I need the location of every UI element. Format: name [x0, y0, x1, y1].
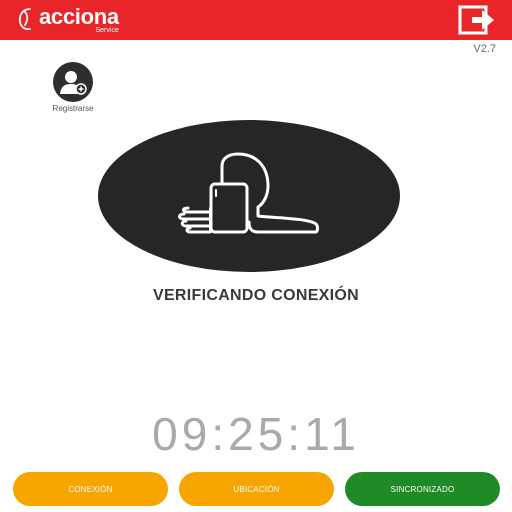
connection-status-text: VERIFICANDO CONEXIÓN	[152, 287, 359, 304]
acciona-logo: acciona Service	[16, 6, 119, 34]
logout-icon	[458, 5, 494, 35]
app-version: V2.7	[473, 43, 496, 55]
acciona-logo-icon	[18, 8, 31, 31]
clock-display: 09:25:11	[152, 408, 360, 460]
sincronizado-button[interactable]: SINCRONIZADO	[345, 472, 500, 506]
add-user-icon	[53, 62, 93, 102]
connection-status-circle	[98, 120, 400, 272]
ubicacion-button[interactable]: UBICACIÓN	[179, 472, 334, 506]
register-label: Registrarse	[52, 104, 94, 113]
register-button[interactable]: Registrarse	[38, 62, 108, 113]
brand-subtitle: Service	[95, 27, 119, 34]
brand-name: acciona	[39, 4, 119, 29]
top-bar: acciona Service	[0, 0, 512, 40]
conexion-button[interactable]: CONEXIÓN	[13, 472, 168, 506]
logout-button[interactable]	[458, 5, 498, 35]
